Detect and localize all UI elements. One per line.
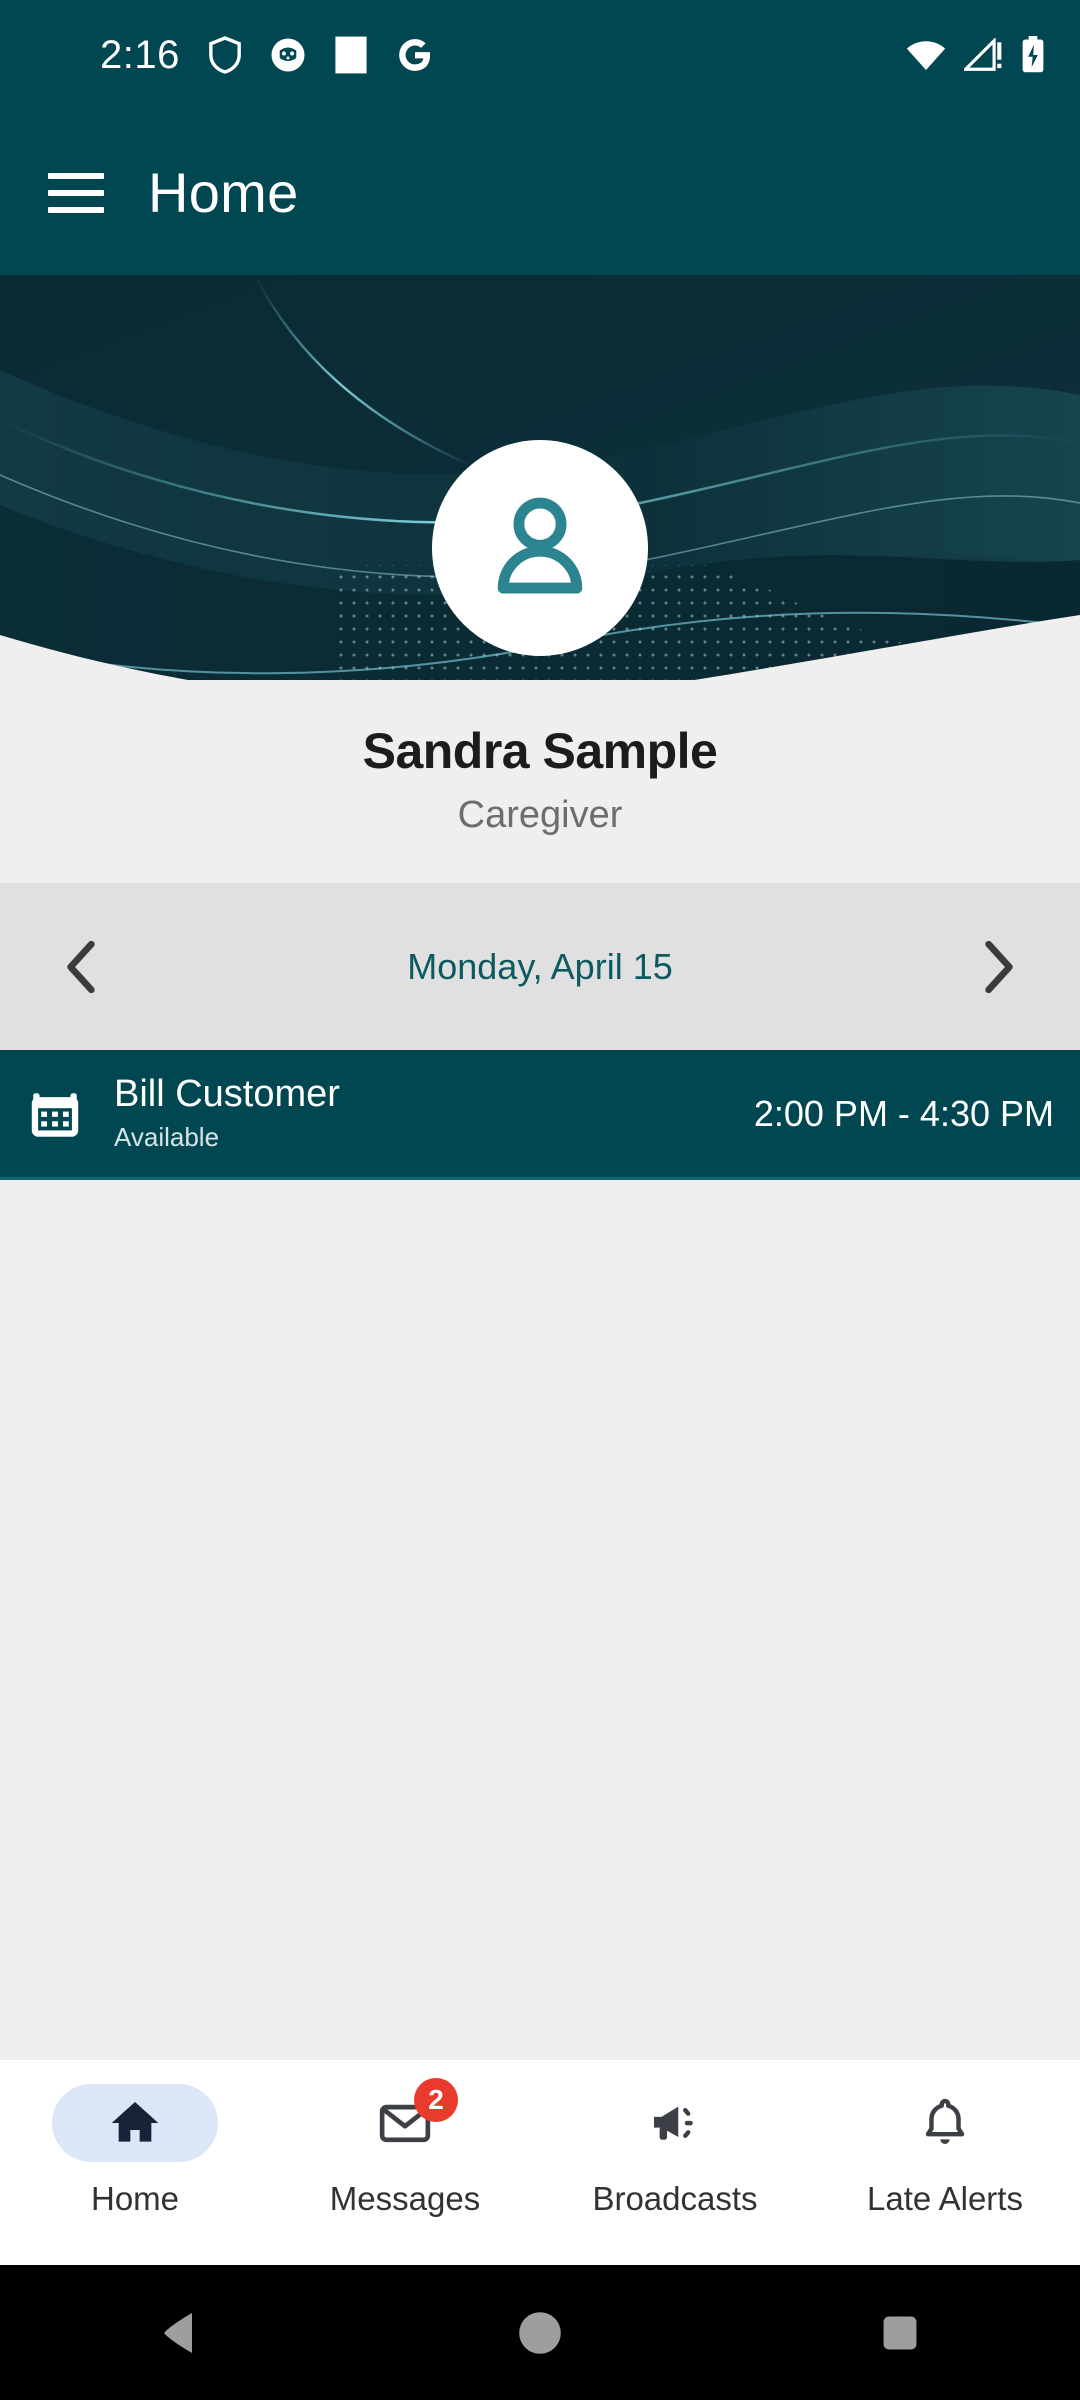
appointment-details: Bill Customer Available xyxy=(114,1074,754,1152)
status-bar-left: 2:16 xyxy=(100,33,434,78)
wifi-icon xyxy=(906,38,946,72)
hamburger-menu-icon[interactable] xyxy=(48,172,104,213)
nav-label-home: Home xyxy=(90,2180,180,2217)
google-g-icon xyxy=(396,36,434,74)
nav-item-broadcasts[interactable]: Broadcasts xyxy=(540,2084,810,2218)
battery-charging-icon xyxy=(1020,36,1046,74)
nav-label-broadcasts: Broadcasts xyxy=(592,2180,758,2217)
profile-role: Caregiver xyxy=(457,794,623,836)
date-navigation: Monday, April 15 xyxy=(0,883,1080,1050)
bell-icon xyxy=(925,2098,965,2144)
chevron-left-icon[interactable] xyxy=(58,940,104,993)
shield-icon xyxy=(208,36,242,74)
appointment-row[interactable]: Bill Customer Available 2:00 PM - 4:30 P… xyxy=(0,1050,1080,1180)
cellular-no-signal-icon xyxy=(964,38,1002,72)
nav-item-late-alerts[interactable]: Late Alerts xyxy=(810,2084,1080,2218)
nav-label-late-alerts: Late Alerts xyxy=(867,2180,1023,2217)
status-bar: 2:16 xyxy=(0,0,1080,110)
calendar-icon xyxy=(24,1083,86,1145)
android-navigation-bar xyxy=(0,2265,1080,2400)
status-bar-right xyxy=(906,36,1046,74)
triangle-back-icon[interactable] xyxy=(140,2293,220,2373)
home-icon xyxy=(111,2102,159,2142)
person-avatar-icon xyxy=(497,497,583,594)
appointment-status: Available xyxy=(114,1121,220,1152)
nav-broadcasts-iconwrap xyxy=(592,2084,758,2162)
profile-section: Sandra Sample Caregiver xyxy=(0,680,1080,883)
nav-item-messages[interactable]: 2 Messages xyxy=(270,2078,540,2218)
appointment-time-range: 2:00 PM - 4:30 PM xyxy=(753,1092,1054,1134)
nav-item-home[interactable]: Home xyxy=(0,2084,270,2218)
profile-name: Sandra Sample xyxy=(362,723,718,779)
nav-home-pill xyxy=(52,2084,218,2162)
nav-messages-iconwrap: 2 xyxy=(322,2078,488,2162)
avatar[interactable] xyxy=(432,440,648,656)
megaphone-icon xyxy=(654,2106,693,2140)
app-circle-icon xyxy=(270,37,306,73)
phone-screen: 2:16 Home Sandra Sample Caregiver Monday… xyxy=(0,0,1080,2400)
content-area xyxy=(0,1183,1080,2060)
appointment-client-name: Bill Customer xyxy=(114,1073,340,1116)
bottom-navigation: Home 2 Messages Broadcasts Late Alerts xyxy=(0,2060,1080,2265)
square-recents-icon[interactable] xyxy=(860,2293,940,2373)
app-bar: Home xyxy=(0,110,1080,275)
status-bar-clock: 2:16 xyxy=(100,32,180,77)
circle-home-icon[interactable] xyxy=(500,2293,580,2373)
nav-label-messages: Messages xyxy=(329,2180,481,2217)
chevron-right-icon[interactable] xyxy=(976,940,1022,993)
page-title: Home xyxy=(148,161,299,224)
nav-late-alerts-iconwrap xyxy=(862,2084,1028,2162)
current-date-label[interactable]: Monday, April 15 xyxy=(407,946,672,988)
white-square-icon xyxy=(334,35,368,75)
messages-badge: 2 xyxy=(414,2078,458,2122)
